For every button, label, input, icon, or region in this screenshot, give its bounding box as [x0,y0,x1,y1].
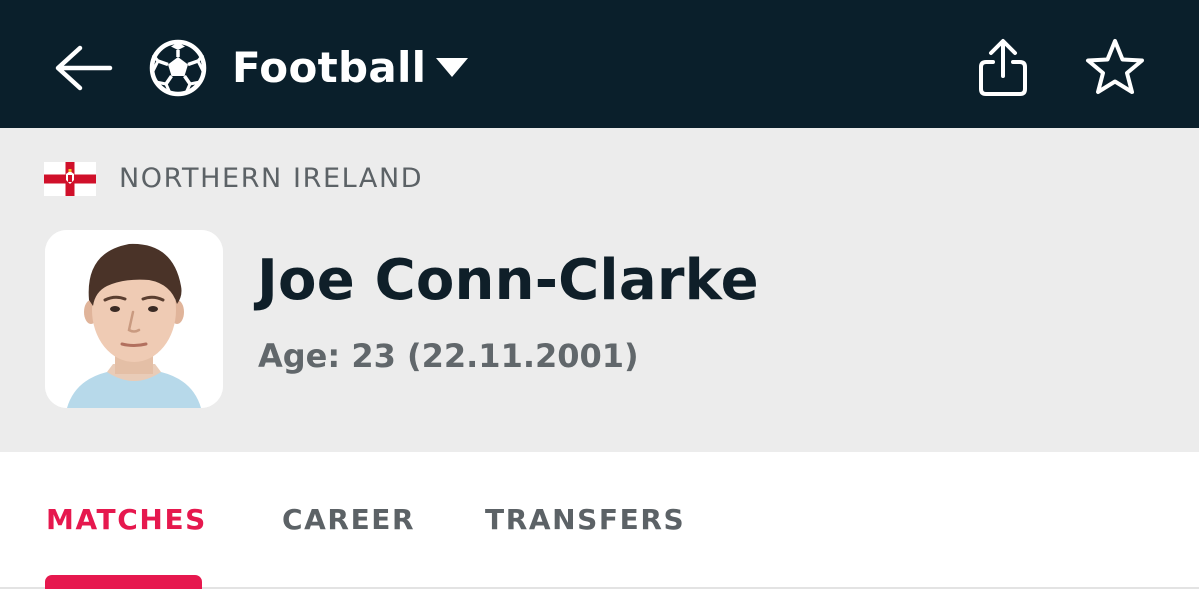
share-icon [979,39,1027,96]
tab-career[interactable]: CAREER [282,492,415,548]
country-name[interactable]: NORTHERN IRELAND [119,161,423,197]
player-age: Age: 23 (22.11.2001) [258,337,639,375]
northern-ireland-flag-icon [44,162,96,196]
tab-matches[interactable]: MATCHES [46,492,207,548]
tab-transfers[interactable]: TRANSFERS [485,492,685,548]
star-icon [1086,39,1144,94]
back-button[interactable] [52,40,116,96]
active-tab-indicator [45,575,202,589]
player-name: Joe Conn-Clarke [257,248,759,313]
player-photo [45,230,223,408]
share-button[interactable] [972,36,1034,100]
caret-down-icon[interactable] [434,56,470,80]
soccer-ball-icon [148,38,208,98]
sport-title[interactable]: Football [232,40,426,96]
player-tabs: MATCHES CAREER TRANSFERS [0,452,1199,596]
top-navigation-bar: Football [0,0,1199,128]
favorite-button[interactable] [1082,36,1148,100]
player-header: NORTHERN IRELAND Joe Conn-Clarke Age: 23… [0,128,1199,452]
arrow-left-icon [55,45,113,91]
